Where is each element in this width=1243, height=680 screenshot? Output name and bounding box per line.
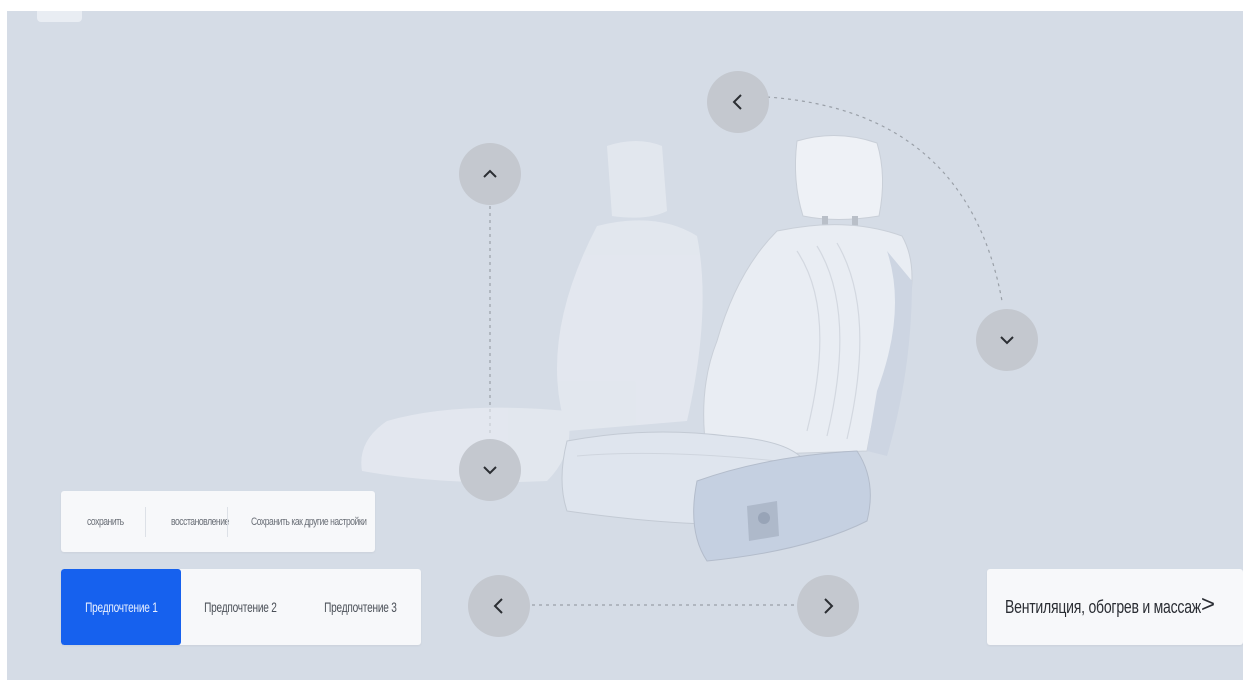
chevron-down-icon bbox=[483, 466, 497, 475]
ghost-seat bbox=[361, 141, 703, 483]
tab-preference-2[interactable]: Предпочтение 2 bbox=[181, 569, 299, 645]
chevron-left-icon bbox=[732, 94, 742, 110]
chevron-right-icon bbox=[824, 598, 834, 614]
preference-tabs: Предпочтение 1 Предпочтение 2 Предпочтен… bbox=[61, 569, 421, 645]
chevron-up-icon bbox=[483, 169, 497, 178]
tab-label: Предпочтение 2 bbox=[203, 599, 277, 615]
chevron-right-icon: > bbox=[1200, 591, 1215, 618]
tab-preference-3[interactable]: Предпочтение 3 bbox=[299, 569, 421, 645]
tab-preference-1[interactable]: Предпочтение 1 bbox=[61, 569, 181, 645]
ventilation-heating-massage-button[interactable]: Вентиляция, обогрев и массаж > bbox=[987, 569, 1243, 645]
seat-control-screen: сохранить восстановление Сохранить как д… bbox=[7, 11, 1243, 680]
chevron-left-icon bbox=[493, 598, 503, 614]
save-as-other-button[interactable]: Сохранить как другие настройки bbox=[251, 516, 367, 528]
backrest-tilt-forward-button[interactable] bbox=[976, 309, 1038, 371]
backrest-tilt-back-button[interactable] bbox=[707, 71, 769, 133]
divider bbox=[227, 507, 228, 537]
seat-move-forward-button[interactable] bbox=[797, 575, 859, 637]
tab-label: Предпочтение 3 bbox=[323, 599, 397, 615]
save-button[interactable]: сохранить bbox=[87, 516, 124, 528]
seat-height-up-button[interactable] bbox=[459, 143, 521, 205]
divider bbox=[145, 507, 146, 537]
settings-action-bar: сохранить восстановление Сохранить как д… bbox=[61, 491, 375, 552]
seat-move-back-button[interactable] bbox=[468, 575, 530, 637]
reset-button[interactable]: восстановление bbox=[171, 516, 229, 528]
ventilation-label: Вентиляция, обогрев и массаж bbox=[1005, 596, 1201, 617]
tab-label: Предпочтение 1 bbox=[84, 599, 158, 615]
seat-height-down-button[interactable] bbox=[459, 439, 521, 501]
chevron-down-icon bbox=[1000, 336, 1014, 345]
